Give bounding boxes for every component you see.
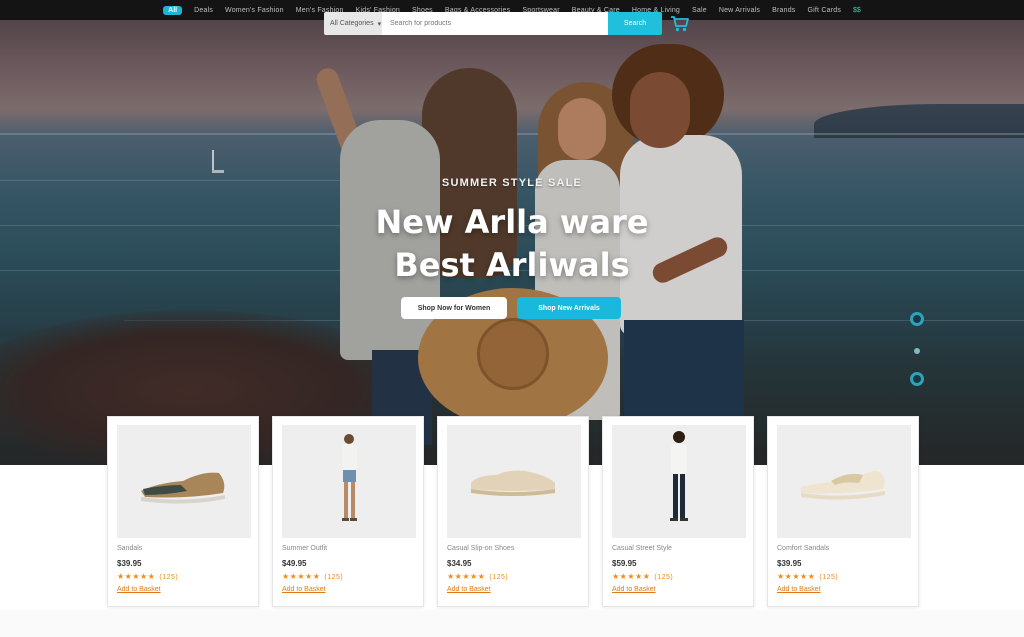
product-price: $49.95 bbox=[282, 559, 307, 568]
nav-item-brands[interactable]: Brands bbox=[772, 7, 795, 14]
sandal-icon bbox=[141, 472, 225, 504]
nav-currency[interactable]: $$ bbox=[853, 7, 861, 14]
search-input[interactable] bbox=[382, 12, 608, 35]
rating-stars: ★★★★★ bbox=[612, 572, 651, 581]
product-card[interactable]: Sandals $39.95 ★★★★★ (125) Add to Basket bbox=[107, 416, 259, 607]
product-image[interactable] bbox=[117, 425, 251, 538]
rating-stars: ★★★★★ bbox=[777, 572, 816, 581]
nav-item-deals[interactable]: Deals bbox=[194, 7, 213, 14]
shopping-cart-icon[interactable] bbox=[670, 15, 690, 33]
product-rating: ★★★★★ (125) bbox=[282, 572, 343, 581]
product-rating: ★★★★★ (125) bbox=[777, 572, 838, 581]
product-rating: ★★★★★ (125) bbox=[447, 572, 508, 581]
rating-count: (125) bbox=[819, 574, 839, 581]
rating-stars: ★★★★★ bbox=[282, 572, 321, 581]
product-name: Casual Street Style bbox=[612, 545, 672, 552]
rating-count: (125) bbox=[489, 574, 509, 581]
product-price: $59.95 bbox=[612, 559, 637, 568]
page-footer-strip bbox=[0, 610, 1024, 637]
product-image[interactable] bbox=[447, 425, 581, 538]
product-name: Sandals bbox=[117, 545, 143, 552]
search-button[interactable]: Search bbox=[608, 12, 662, 35]
carousel-dot[interactable] bbox=[910, 372, 924, 386]
product-name: Casual Slip-on Shoes bbox=[447, 545, 515, 552]
add-to-basket-link[interactable]: Add to Basket bbox=[282, 586, 326, 593]
add-to-basket-link[interactable]: Add to Basket bbox=[612, 586, 656, 593]
product-card[interactable]: Casual Street Style $59.95 ★★★★★ (125) Ad… bbox=[602, 416, 754, 607]
rating-stars: ★★★★★ bbox=[117, 572, 156, 581]
slip-on-shoe-icon bbox=[471, 470, 555, 496]
add-to-basket-link[interactable]: Add to Basket bbox=[777, 586, 821, 593]
product-grid: Sandals $39.95 ★★★★★ (125) Add to Basket … bbox=[107, 416, 919, 607]
hero-cta-secondary-button[interactable]: Shop New Arrivals bbox=[517, 297, 621, 319]
product-image[interactable] bbox=[777, 425, 911, 538]
model-figure-icon bbox=[670, 431, 688, 521]
search-category-select[interactable]: All Categories bbox=[324, 12, 382, 35]
hero-banner: SUMMER STYLE SALE New Arlla ware Best Ar… bbox=[0, 20, 1024, 465]
nav-item-new-arrivals[interactable]: New Arrivals bbox=[719, 7, 760, 14]
nav-item-womens[interactable]: Women's Fashion bbox=[225, 7, 284, 14]
product-image[interactable] bbox=[612, 425, 746, 538]
rating-count: (125) bbox=[324, 574, 344, 581]
hero-title-line1: New Arlla ware bbox=[375, 203, 649, 241]
product-name: Summer Outfit bbox=[282, 545, 328, 552]
hero-title-line2: Best Arliwals bbox=[394, 246, 630, 284]
nav-all-badge[interactable]: All bbox=[163, 5, 183, 15]
hero-cta-primary-button[interactable]: Shop Now for Women bbox=[401, 297, 507, 319]
product-card[interactable]: Casual Slip-on Shoes $34.95 ★★★★★ (125) A… bbox=[437, 416, 589, 607]
rating-stars: ★★★★★ bbox=[447, 572, 486, 581]
nav-item-sale[interactable]: Sale bbox=[692, 7, 707, 14]
product-price: $39.95 bbox=[117, 559, 142, 568]
model-figure-icon bbox=[342, 434, 357, 521]
product-price: $39.95 bbox=[777, 559, 802, 568]
product-rating: ★★★★★ (125) bbox=[117, 572, 178, 581]
rating-count: (125) bbox=[654, 574, 674, 581]
comfort-sandal-icon bbox=[801, 471, 885, 500]
product-price: $34.95 bbox=[447, 559, 472, 568]
product-card[interactable]: Summer Outfit $49.95 ★★★★★ (125) Add to B… bbox=[272, 416, 424, 607]
product-card[interactable]: Comfort Sandals $39.95 ★★★★★ (125) Add to… bbox=[767, 416, 919, 607]
nav-item-gift-cards[interactable]: Gift Cards bbox=[808, 7, 842, 14]
rating-count: (125) bbox=[159, 574, 179, 581]
product-image[interactable] bbox=[282, 425, 416, 538]
add-to-basket-link[interactable]: Add to Basket bbox=[447, 586, 491, 593]
search-bar: All Categories Search bbox=[324, 12, 662, 35]
hero-eyebrow: SUMMER STYLE SALE bbox=[441, 177, 583, 189]
carousel-dot[interactable] bbox=[910, 312, 924, 326]
carousel-dot[interactable] bbox=[914, 348, 920, 354]
product-name: Comfort Sandals bbox=[777, 545, 830, 552]
add-to-basket-link[interactable]: Add to Basket bbox=[117, 586, 161, 593]
product-rating: ★★★★★ (125) bbox=[612, 572, 673, 581]
